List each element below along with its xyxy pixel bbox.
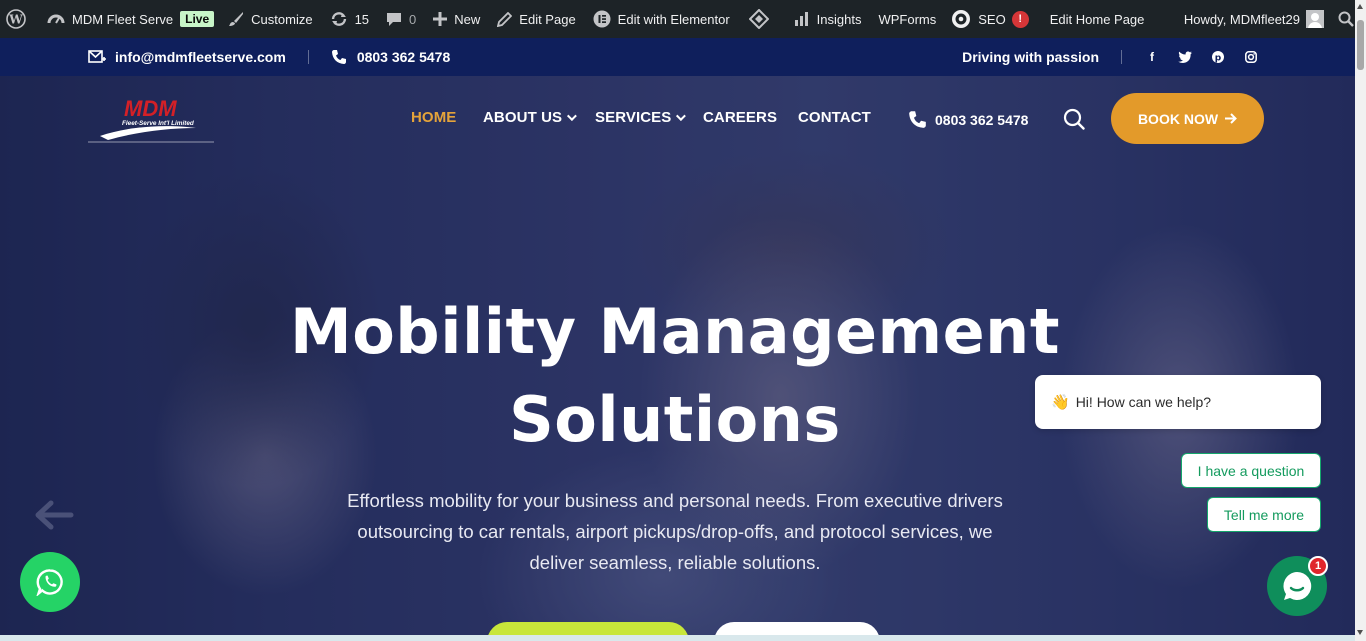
tagline: Driving with passion: [962, 49, 1099, 65]
chat-greeting-bubble: 👋 Hi! How can we help?: [1035, 375, 1321, 429]
chat-option-question-label: I have a question: [1197, 462, 1305, 479]
new-label: New: [454, 11, 481, 27]
nav-about-us[interactable]: ABOUT US: [483, 109, 578, 126]
nav-phone-label: 0803 362 5478: [935, 111, 1029, 128]
hero-primary-button[interactable]: [487, 622, 689, 635]
nav-contact-label: CONTACT: [798, 109, 871, 126]
site-name-menu[interactable]: MDM Fleet Serve Live: [33, 0, 221, 38]
search-icon: [1338, 11, 1354, 27]
nav-search-button[interactable]: [1063, 108, 1085, 130]
twitter-icon[interactable]: [1178, 50, 1192, 64]
phone-link[interactable]: 0803 362 5478: [357, 49, 450, 65]
nav-careers[interactable]: CAREERS: [703, 109, 777, 126]
book-now-button[interactable]: BOOK NOW: [1111, 93, 1264, 144]
brush-icon: [229, 12, 244, 26]
book-now-label: BOOK NOW: [1137, 110, 1219, 127]
nav-services[interactable]: SERVICES: [595, 109, 687, 126]
search-icon: [1063, 108, 1085, 130]
seo-gear-icon: [952, 10, 971, 28]
wp-admin-bar: W MDM Fleet Serve Live Customize 15 0 Ne…: [0, 0, 1366, 38]
chat-option-more-label: Tell me more: [1223, 506, 1305, 523]
diamond-icon: [748, 9, 769, 29]
customize-label: Customize: [251, 11, 313, 27]
svg-text:W: W: [8, 13, 23, 27]
chat-option-question[interactable]: I have a question: [1181, 453, 1321, 488]
seo-alert-badge: !: [1011, 10, 1029, 28]
hero-section: MDM Fleet-Serve Int'l Limited HOME ABOUT…: [0, 76, 1355, 635]
top-info-bar: info@mdmfleetserve.com 0803 362 5478 Dri…: [0, 38, 1366, 76]
nav-about-label: ABOUT US: [483, 109, 563, 126]
scrollbar-thumb[interactable]: [1357, 20, 1364, 70]
whatsapp-button[interactable]: [20, 552, 80, 612]
phone-icon: [909, 111, 926, 128]
nav-phone-link[interactable]: 0803 362 5478: [908, 110, 1028, 129]
my-account-menu[interactable]: Howdy, MDMfleet29: [1177, 0, 1331, 38]
pinterest-icon[interactable]: p: [1211, 50, 1225, 64]
chat-greeting-text: Hi! How can we help?: [1075, 394, 1212, 410]
edit-page-link[interactable]: Edit Page: [487, 0, 582, 38]
updates-link[interactable]: 15: [320, 0, 376, 38]
main-navigation: HOME ABOUT US SERVICES CAREERS CONTACT 0…: [0, 76, 1355, 160]
whatsapp-icon: [36, 569, 63, 596]
new-content-menu[interactable]: New: [423, 0, 487, 38]
hero-description: Effortless mobility for your business an…: [347, 490, 1003, 573]
elementor-icon: [593, 10, 611, 28]
email-icon: [88, 50, 106, 63]
divider: [1121, 50, 1122, 64]
wordpress-logo-icon[interactable]: W: [0, 0, 33, 38]
site-name: MDM Fleet Serve: [72, 11, 174, 27]
waving-hand-icon: 👋: [1051, 394, 1070, 411]
wpforms-menu[interactable]: WPForms: [868, 0, 943, 38]
edit-elementor-label: Edit with Elementor: [617, 11, 730, 27]
facebook-icon[interactable]: f: [1145, 50, 1159, 64]
nav-home[interactable]: HOME: [411, 109, 456, 126]
dashboard-icon: [47, 14, 65, 24]
seo-menu[interactable]: SEO !: [943, 0, 1035, 38]
insights-menu[interactable]: Insights: [776, 0, 869, 38]
updates-count: 15: [354, 11, 370, 27]
comments-count: 0: [409, 11, 417, 27]
plugin-diamond-menu[interactable]: [737, 0, 776, 38]
scroll-up-arrow[interactable]: [1357, 4, 1363, 9]
wpforms-label: WPForms: [878, 11, 937, 27]
vertical-scrollbar[interactable]: [1355, 0, 1366, 641]
chat-bubble-icon: [1283, 571, 1312, 600]
edit-elementor-link[interactable]: Edit with Elementor: [583, 0, 737, 38]
edit-page-label: Edit Page: [519, 11, 576, 27]
divider: [307, 50, 309, 64]
arrow-left-icon: [35, 500, 74, 530]
edit-home-page-link[interactable]: Edit Home Page: [1036, 0, 1152, 38]
live-badge: Live: [180, 11, 215, 27]
comment-icon: [387, 13, 402, 26]
nav-services-label: SERVICES: [595, 109, 672, 126]
edit-home-label: Edit Home Page: [1049, 11, 1145, 27]
hero-secondary-button[interactable]: [714, 622, 880, 635]
chevron-down-icon: [567, 111, 578, 122]
instagram-icon[interactable]: [1244, 50, 1258, 64]
slider-prev-arrow[interactable]: [34, 500, 74, 530]
nav-contact[interactable]: CONTACT: [798, 109, 871, 126]
seo-label: SEO: [978, 11, 1006, 27]
plus-icon: [433, 12, 448, 26]
arrow-right-icon: [1225, 113, 1237, 124]
avatar: [1306, 10, 1324, 28]
svg-text:p: p: [1215, 54, 1222, 64]
insights-label: Insights: [816, 11, 862, 27]
updates-icon: [331, 12, 346, 26]
howdy-label: Howdy, MDMfleet29: [1183, 11, 1300, 27]
comments-link[interactable]: 0: [376, 0, 423, 38]
pencil-icon: [497, 11, 513, 27]
chat-unread-badge: 1: [1308, 556, 1328, 576]
nav-careers-label: CAREERS: [703, 109, 778, 126]
customize-link[interactable]: Customize: [221, 0, 319, 38]
email-link[interactable]: info@mdmfleetserve.com: [115, 49, 286, 65]
page-bottom-strip: [0, 635, 1355, 641]
hero-title-line-1: Mobility Management: [290, 295, 1060, 368]
scroll-down-arrow[interactable]: [1357, 630, 1363, 635]
chat-option-more[interactable]: Tell me more: [1207, 497, 1321, 532]
bar-chart-icon: [794, 12, 808, 26]
chevron-down-icon: [676, 111, 687, 122]
phone-icon: [331, 50, 346, 64]
nav-home-label: HOME: [411, 109, 457, 126]
